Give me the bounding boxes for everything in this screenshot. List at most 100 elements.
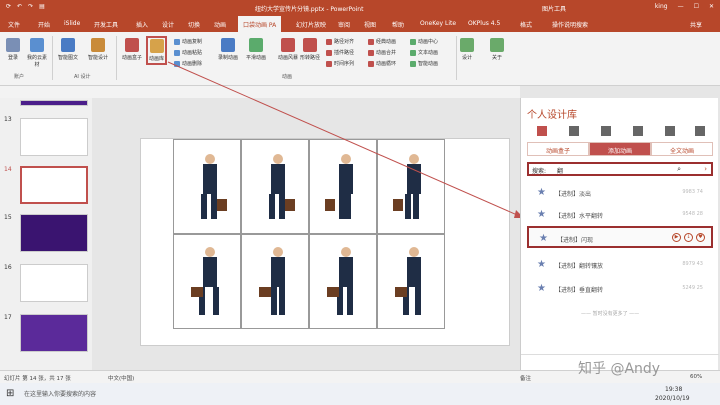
list-item[interactable]: ★ 【进制】垂直翻转 5249 25 bbox=[527, 278, 713, 300]
tab-dev[interactable]: 开发工具 bbox=[94, 20, 118, 29]
tab-animation[interactable]: 动画 bbox=[214, 20, 226, 29]
list-item[interactable]: ★ 【进制】水平翻转 9548 28 bbox=[527, 204, 713, 226]
present-icon[interactable]: ▤ bbox=[39, 3, 45, 10]
path-align-button[interactable]: 路径对齐 bbox=[326, 38, 354, 45]
divider bbox=[52, 36, 53, 80]
record-animation-button[interactable]: 录制动画 bbox=[218, 38, 238, 61]
minimize-button[interactable]: — bbox=[678, 3, 684, 10]
user-name[interactable]: king bbox=[655, 3, 668, 10]
panel-tabs: 动画盒子 添加动画 全文动画 bbox=[527, 142, 713, 156]
tab-format[interactable]: 格式 bbox=[520, 20, 532, 29]
pin-icon bbox=[633, 126, 643, 136]
redo-icon[interactable]: ↷ bbox=[28, 3, 33, 10]
tab-pocket-animation[interactable]: 口袋动画 PA bbox=[238, 16, 282, 32]
smart-anim-button[interactable]: 智能动画 bbox=[410, 60, 438, 67]
tab-home[interactable]: 开始 bbox=[38, 20, 50, 29]
slide-thumbnail-pane: 13 14 15 16 17 bbox=[0, 98, 92, 370]
current-slide[interactable] bbox=[140, 138, 510, 346]
anim-copy-button[interactable]: 动画复制 bbox=[174, 38, 202, 45]
quick-access: ⟳ ↶ ↷ ▤ bbox=[6, 3, 45, 10]
tell-me-search[interactable]: 操作说明搜索 bbox=[552, 20, 588, 29]
maximize-button[interactable]: ☐ bbox=[694, 3, 699, 10]
smart-text-button[interactable]: 智能图文 bbox=[58, 38, 78, 61]
time-sequence-button[interactable]: 时间序列 bbox=[326, 60, 354, 67]
ribbon: 登录 我的云素材 智能图文 智能设计 动画盒子 动画库 动画复制 动画粘贴 动画… bbox=[0, 32, 720, 86]
close-button[interactable]: ✕ bbox=[709, 3, 714, 10]
plugin-path-button[interactable]: 插件路径 bbox=[326, 49, 354, 56]
heart-icon[interactable]: ♥ bbox=[696, 233, 705, 242]
settings-button[interactable]: 设计 bbox=[460, 38, 474, 61]
language[interactable]: 中文(中国) bbox=[108, 374, 134, 382]
cloud-material-button[interactable]: 我的云素材 bbox=[26, 38, 48, 68]
slide-thumb-top[interactable] bbox=[20, 100, 88, 106]
divider bbox=[456, 36, 457, 80]
smart-design-button[interactable]: 智能设计 bbox=[88, 38, 108, 61]
anim-delete-button[interactable]: 动画删除 bbox=[174, 60, 202, 67]
tab-insert[interactable]: 插入 bbox=[136, 20, 148, 29]
animation-box-button[interactable]: 动画盒子 bbox=[122, 38, 142, 61]
walking-man-sprites bbox=[191, 154, 421, 315]
list-item[interactable]: ★ 【进制】淡出 9983 74 bbox=[527, 182, 713, 204]
tab-islide[interactable]: iSlide bbox=[64, 20, 80, 27]
tab-transition[interactable]: 切换 bbox=[188, 20, 200, 29]
layout-icon bbox=[569, 126, 579, 136]
ribbon-tabs: 文件 开始 iSlide 开发工具 插入 设计 切换 动画 口袋动画 PA 幻灯… bbox=[0, 16, 720, 32]
tab-design[interactable]: 设计 bbox=[162, 20, 174, 29]
slide-thumb-13[interactable] bbox=[20, 118, 88, 156]
tab-file[interactable]: 文件 bbox=[8, 20, 20, 29]
anim-paste-button[interactable]: 动画粘贴 bbox=[174, 49, 202, 56]
tab-help[interactable]: 帮助 bbox=[392, 20, 404, 29]
animation-storm-button[interactable]: 动画风暴 bbox=[278, 38, 298, 61]
search-icon[interactable]: ⌕ bbox=[677, 165, 681, 174]
slide-thumb-15[interactable] bbox=[20, 214, 88, 252]
tab-slideshow[interactable]: 幻灯片放映 bbox=[296, 20, 326, 29]
search-label: 搜索: bbox=[532, 168, 547, 175]
zoom-level[interactable]: 60% bbox=[690, 374, 702, 380]
list-item[interactable]: ★ 【进制】翻转镶放 8979 43 bbox=[527, 254, 713, 276]
tab-onekey[interactable]: OneKey Lite bbox=[420, 20, 456, 27]
design-library-panel: 个人设计库 动画盒子 添加动画 全文动画 搜索: 翻 ⌕ › ★ 【进制】淡出 99… bbox=[520, 98, 719, 370]
slide-thumb-17[interactable] bbox=[20, 314, 88, 352]
quick-toolbar bbox=[0, 86, 520, 98]
chevron-right-icon[interactable]: › bbox=[704, 165, 707, 173]
slide-count: 幻灯片 第 14 张，共 17 张 bbox=[4, 376, 71, 382]
group-animation: 动画 bbox=[282, 74, 293, 80]
text-anim-button[interactable]: 文本动画 bbox=[410, 49, 438, 56]
smooth-animation-button[interactable]: 平滑动画 bbox=[246, 38, 266, 61]
watermark: 知乎 @Andy bbox=[578, 361, 661, 377]
download-icon[interactable]: ↓ bbox=[684, 233, 693, 242]
anim-center-button[interactable]: 动画中心 bbox=[410, 38, 438, 45]
tab-add-animation[interactable]: 添加动画 bbox=[589, 142, 651, 156]
clock-date: 2020/10/19 bbox=[655, 395, 690, 402]
animation-library-button[interactable]: 动画库 bbox=[146, 36, 168, 65]
tab-animation-box[interactable]: 动画盒子 bbox=[527, 142, 589, 156]
tab-view[interactable]: 视图 bbox=[364, 20, 376, 29]
tab-okplus[interactable]: OKPlus 4.5 bbox=[468, 20, 500, 27]
notes-button[interactable]: 备注 bbox=[520, 374, 531, 382]
anim-merge-button[interactable]: 动画合并 bbox=[368, 49, 396, 56]
classic-anim-button[interactable]: 经典动画 bbox=[368, 38, 396, 45]
anim-loop-button[interactable]: 动画循环 bbox=[368, 60, 396, 67]
picture-tools-label: 图片工具 bbox=[542, 6, 567, 13]
undo-icon[interactable]: ↶ bbox=[17, 3, 22, 10]
star-icon: ★ bbox=[537, 187, 546, 198]
title-bar: ⟳ ↶ ↷ ▤ 纽约大学宣传片分镜.pptx - PowerPoint 图片工具… bbox=[0, 0, 720, 16]
list-item-selected[interactable]: ★ 【进制】闪现 ▶ ↓ ♥ bbox=[527, 226, 713, 248]
login-button[interactable]: 登录 bbox=[6, 38, 20, 61]
slide-thumb-16[interactable] bbox=[20, 264, 88, 302]
animation-search[interactable]: 搜索: 翻 ⌕ › bbox=[527, 162, 713, 176]
about-button[interactable]: 关于 bbox=[490, 38, 504, 61]
tab-review[interactable]: 审阅 bbox=[338, 20, 350, 29]
cube-icon bbox=[537, 126, 547, 136]
slide-number: 16 bbox=[4, 264, 12, 271]
windows-icon[interactable]: ⊞ bbox=[6, 388, 14, 399]
group-ai-design: AI 设计 bbox=[74, 74, 91, 80]
taskbar-search[interactable]: 在这里输入你要搜索的内容 bbox=[24, 389, 96, 398]
search-input[interactable]: 翻 bbox=[557, 166, 563, 175]
save-icon[interactable]: ⟳ bbox=[6, 3, 11, 10]
tab-full-animation[interactable]: 全文动画 bbox=[651, 142, 713, 156]
play-icon[interactable]: ▶ bbox=[672, 233, 681, 242]
shape-path-button[interactable]: 形转路径 bbox=[300, 38, 320, 61]
share-button[interactable]: 共享 bbox=[690, 20, 702, 29]
slide-thumb-14[interactable] bbox=[20, 166, 88, 204]
